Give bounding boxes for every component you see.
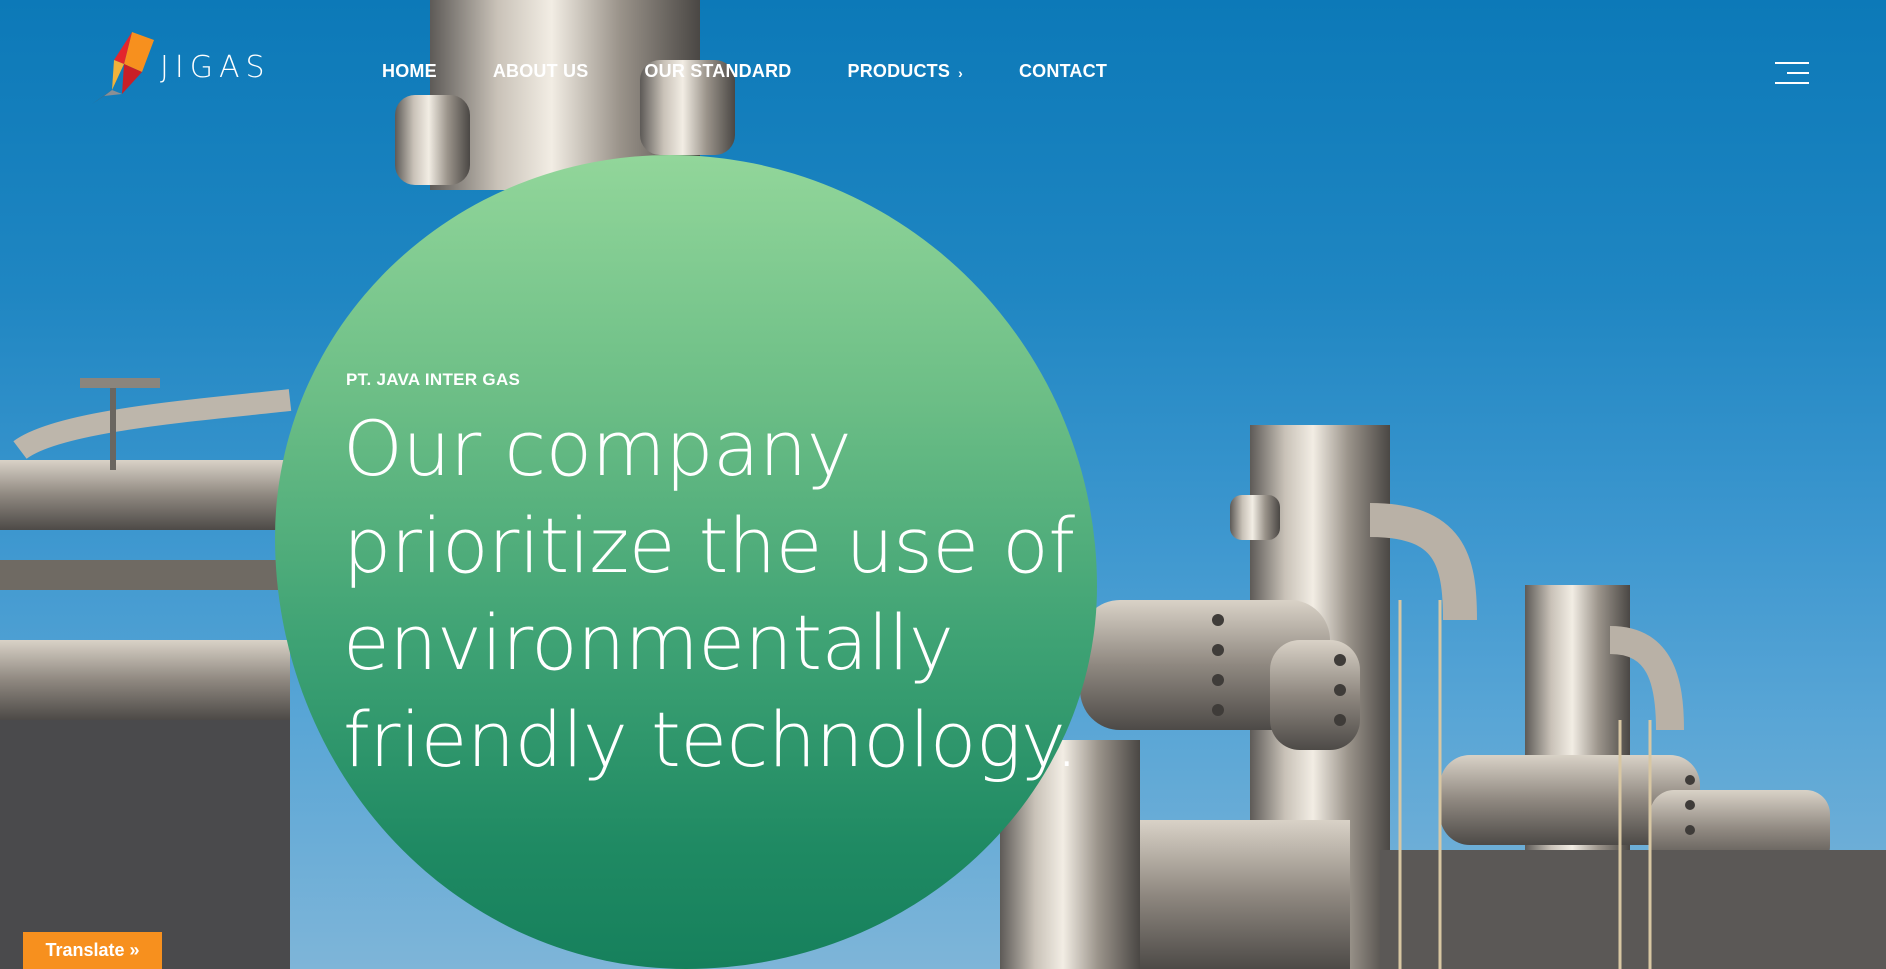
nav-home[interactable]: HOME — [382, 61, 437, 82]
menu-line-bottom — [1775, 82, 1809, 84]
nav-home-label: HOME — [382, 61, 437, 81]
menu-line-top — [1775, 62, 1809, 64]
nav-products[interactable]: PRODUCTS › — [847, 61, 962, 82]
flame-logo-icon — [92, 32, 154, 104]
main-navigation: HOME ABOUT US OUR STANDARD PRODUCTS › CO… — [382, 61, 1163, 82]
brand-name: JIGAS — [160, 50, 271, 85]
nav-about-us-label: ABOUT US — [492, 61, 589, 81]
hero-title-line: Our company — [343, 404, 852, 493]
hero-title-line: prioritize the use of — [343, 501, 1075, 590]
hamburger-menu-icon[interactable] — [1775, 62, 1809, 84]
hero-title-line: friendly technology. — [343, 695, 1079, 784]
nav-about-us[interactable]: ABOUT US — [493, 61, 589, 82]
translate-button[interactable]: Translate » — [23, 932, 162, 969]
chevron-right-icon: › — [958, 64, 963, 81]
hero-title: Our company prioritize the use of enviro… — [343, 400, 1083, 788]
nav-contact-label: CONTACT — [1018, 61, 1108, 81]
site-header: JIGAS HOME ABOUT US OUR STANDARD PRODUCT… — [0, 0, 1886, 140]
nav-contact[interactable]: CONTACT — [1019, 61, 1107, 82]
brand-logo[interactable]: JIGAS — [92, 32, 271, 104]
hero-kicker: PT. JAVA INTER GAS — [346, 370, 521, 389]
hero-title-line: environmentally — [343, 598, 954, 687]
nav-our-standard-label: OUR STANDARD — [644, 61, 792, 81]
nav-products-label: PRODUCTS — [847, 61, 951, 81]
nav-our-standard[interactable]: OUR STANDARD — [644, 61, 791, 82]
page: JIGAS HOME ABOUT US OUR STANDARD PRODUCT… — [0, 0, 1886, 969]
menu-line-middle — [1787, 72, 1809, 74]
